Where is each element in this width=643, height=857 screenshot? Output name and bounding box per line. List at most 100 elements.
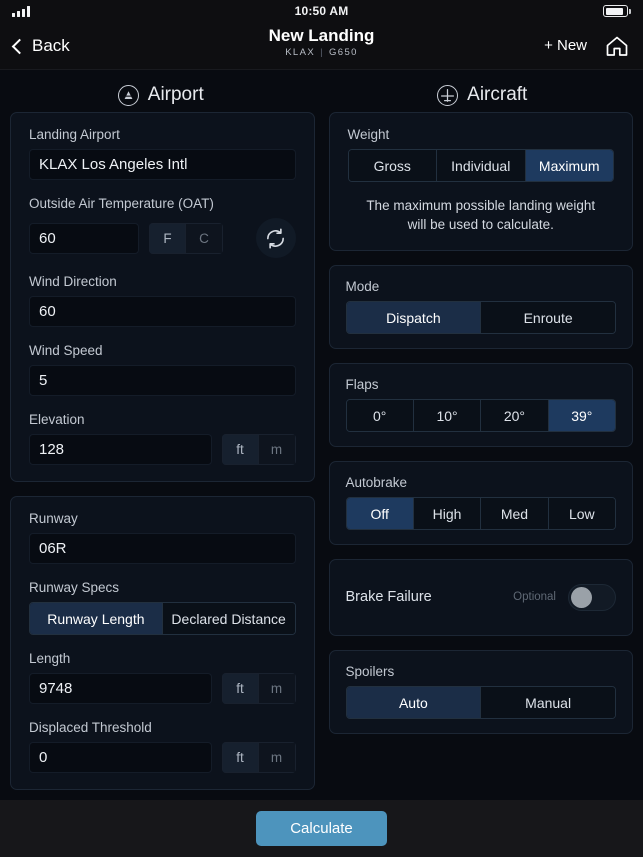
input-displaced-threshold[interactable] [29, 742, 212, 773]
input-length[interactable] [29, 673, 212, 704]
home-icon[interactable] [605, 35, 629, 57]
card-flaps: Flaps 0° 10° 20° 39° [328, 363, 633, 447]
refresh-icon[interactable] [255, 218, 296, 258]
seg-weight-gross[interactable]: Gross [348, 150, 436, 181]
brake-failure-optional-tag: Optional [513, 591, 556, 603]
label-wind-speed: Wind Speed [29, 343, 103, 358]
row-displaced-threshold: ft m [29, 742, 296, 773]
card-spoilers: Spoilers Auto Manual [328, 650, 633, 734]
back-button[interactable]: Back [11, 35, 70, 56]
card-autobrake: Autobrake Off High Med Low [328, 461, 633, 545]
subtitle-aircraft: G650 [328, 47, 358, 58]
segmented-runway-specs: Runway Length Declared Distance [29, 602, 296, 635]
subtitle-airport: KLAX [285, 47, 316, 58]
back-button-label: Back [32, 35, 70, 55]
label-wind-direction: Wind Direction [29, 274, 117, 289]
seg-weight-maximum[interactable]: Maximum [524, 150, 613, 181]
seg-flaps-10[interactable]: 10° [412, 400, 481, 431]
subtitle-divider: | [320, 47, 324, 58]
unit-toggle-oat: F C [149, 222, 223, 254]
segmented-mode: Dispatch Enroute [345, 301, 616, 334]
navigation-bar: Back New Landing KLAX | G650 + New [0, 22, 643, 70]
label-elevation: Elevation [29, 412, 85, 427]
seg-autobrake-off[interactable]: Off [346, 498, 413, 529]
seg-autobrake-med[interactable]: Med [480, 498, 548, 529]
unit-oat-f[interactable]: F [149, 222, 186, 254]
row-oat: F C [29, 218, 296, 258]
status-bar: 10:50 AM [0, 0, 643, 22]
unit-length-m[interactable]: m [258, 673, 296, 704]
label-flaps: Flaps [345, 377, 379, 392]
row-brake-failure: Brake Failure Optional [345, 573, 616, 621]
form-columns: Landing Airport Outside Air Temperature … [0, 112, 643, 800]
chevron-left-icon [11, 38, 28, 54]
label-brake-failure: Brake Failure [345, 589, 432, 605]
label-oat: Outside Air Temperature (OAT) [29, 196, 214, 211]
section-header-airport: Airport [0, 84, 322, 106]
toggle-knob [571, 586, 592, 608]
toggle-brake-failure[interactable] [568, 583, 616, 611]
seg-runway-length[interactable]: Runway Length [30, 603, 162, 634]
segmented-spoilers: Auto Manual [345, 686, 616, 719]
unit-oat-c[interactable]: C [186, 222, 223, 254]
unit-displaced-ft[interactable]: ft [221, 742, 259, 773]
section-label-aircraft: Aircraft [467, 84, 528, 105]
seg-mode-enroute[interactable]: Enroute [480, 302, 615, 333]
section-headers: Airport Aircraft [0, 70, 643, 112]
seg-spoilers-auto[interactable]: Auto [346, 687, 481, 718]
seg-flaps-0[interactable]: 0° [346, 400, 413, 431]
aircraft-column: Weight Gross Individual Maximum The maxi… [328, 112, 633, 794]
unit-toggle-displaced-threshold: ft m [221, 742, 296, 773]
airport-column: Landing Airport Outside Air Temperature … [10, 112, 315, 794]
section-header-aircraft: Aircraft [322, 84, 643, 106]
unit-displaced-m[interactable]: m [258, 742, 296, 773]
card-airport-conditions: Landing Airport Outside Air Temperature … [10, 112, 315, 482]
input-landing-airport[interactable] [29, 149, 296, 180]
airport-tower-icon [117, 84, 139, 106]
bottom-action-bar: Calculate [0, 800, 643, 857]
new-button[interactable]: + New [544, 37, 587, 54]
row-length: ft m [29, 673, 296, 704]
card-mode: Mode Dispatch Enroute [328, 265, 633, 349]
label-runway: Runway [29, 511, 78, 526]
label-landing-airport: Landing Airport [29, 127, 120, 142]
label-runway-specs: Runway Specs [29, 580, 120, 595]
seg-mode-dispatch[interactable]: Dispatch [346, 302, 481, 333]
card-runway: Runway Runway Specs Runway Length Declar… [10, 496, 315, 790]
label-spoilers: Spoilers [345, 664, 395, 679]
segmented-weight: Gross Individual Maximum [347, 149, 614, 182]
unit-toggle-elevation: ft m [221, 434, 296, 465]
label-weight: Weight [347, 127, 390, 142]
input-wind-direction[interactable] [29, 296, 296, 327]
seg-autobrake-low[interactable]: Low [547, 498, 615, 529]
seg-spoilers-manual[interactable]: Manual [480, 687, 615, 718]
label-displaced-threshold: Displaced Threshold [29, 720, 152, 735]
seg-declared-distance[interactable]: Declared Distance [161, 603, 295, 634]
weight-helper-text: The maximum possible landing weight will… [366, 198, 596, 232]
unit-toggle-length: ft m [221, 673, 296, 704]
brake-failure-controls: Optional [513, 583, 616, 611]
card-brake-failure: Brake Failure Optional [328, 559, 633, 636]
segmented-autobrake: Off High Med Low [345, 497, 616, 530]
label-length: Length [29, 651, 71, 666]
unit-length-ft[interactable]: ft [221, 673, 259, 704]
label-mode: Mode [345, 279, 380, 294]
calculate-button[interactable]: Calculate [256, 811, 387, 846]
app-screen: 10:50 AM Back New Landing KLAX | G650 + Ne… [0, 0, 643, 857]
unit-elevation-m[interactable]: m [258, 434, 296, 465]
seg-autobrake-high[interactable]: High [412, 498, 481, 529]
input-elevation[interactable] [29, 434, 212, 465]
input-runway[interactable] [29, 533, 296, 564]
seg-weight-individual[interactable]: Individual [436, 150, 525, 181]
status-clock: 10:50 AM [294, 4, 349, 18]
row-elevation: ft m [29, 434, 296, 465]
unit-elevation-ft[interactable]: ft [221, 434, 259, 465]
seg-flaps-20[interactable]: 20° [480, 400, 548, 431]
label-autobrake: Autobrake [345, 475, 408, 490]
seg-flaps-39[interactable]: 39° [547, 400, 615, 431]
segmented-flaps: 0° 10° 20° 39° [345, 399, 616, 432]
nav-actions: + New [544, 35, 629, 57]
aircraft-icon [437, 84, 459, 106]
input-wind-speed[interactable] [29, 365, 296, 396]
input-oat[interactable] [29, 222, 139, 254]
